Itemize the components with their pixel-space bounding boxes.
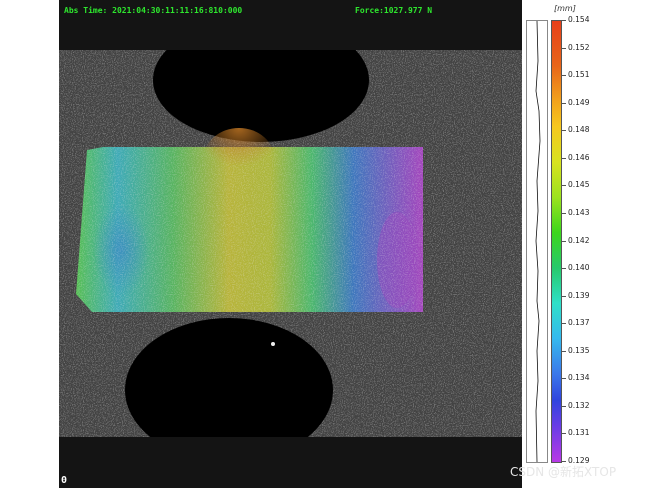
colorbar-tick-label: 0.145 bbox=[568, 180, 590, 190]
colorbar-tick-label: 0.151 bbox=[568, 70, 590, 80]
frame-number: 0 bbox=[61, 475, 68, 486]
colorbar-tick bbox=[562, 185, 566, 187]
colorbar-tick-label: 0.140 bbox=[568, 263, 590, 273]
colorbar-tick-label: 0.142 bbox=[568, 235, 590, 245]
colorbar-tick-label: 0.143 bbox=[568, 207, 590, 217]
viewer-top-bar: Abs Time: 2021:04:30:11:11:16:810:000 Fo… bbox=[59, 0, 522, 50]
colorbar-tick-label: 0.154 bbox=[568, 15, 590, 24]
colorbar-tick-label: 0.134 bbox=[568, 373, 590, 383]
colorbar-tick bbox=[562, 295, 566, 297]
colorbar-tick bbox=[562, 240, 566, 242]
colorbar-tick bbox=[562, 405, 566, 407]
colorbar-tick-label: 0.131 bbox=[568, 428, 590, 438]
colorbar-tick-label: 0.149 bbox=[568, 97, 590, 107]
colorbar-tick-label: 0.146 bbox=[568, 152, 590, 162]
colorbar-tick bbox=[562, 47, 566, 49]
profile-plot bbox=[526, 20, 548, 463]
colorbar-tick bbox=[562, 212, 566, 214]
viewer-bottom-bar bbox=[59, 437, 522, 488]
dic-viewer[interactable]: Abs Time: 2021:04:30:11:11:16:810:000 Fo… bbox=[59, 0, 522, 488]
colorbar-tick-label: 0.135 bbox=[568, 345, 590, 355]
colorbar-tick bbox=[562, 20, 566, 21]
colorbar-tick bbox=[562, 378, 566, 380]
colorbar-tick bbox=[562, 350, 566, 352]
specimen-image bbox=[59, 50, 522, 437]
colorbar-tick bbox=[562, 157, 566, 159]
colorbar-legend: [mm] 0.154 0.152 0.151 0.149 0.148 0.146 0.145… bbox=[524, 0, 596, 488]
colorbar-tick bbox=[562, 268, 566, 270]
colorbar-tick-label: 0.137 bbox=[568, 318, 590, 328]
colorbar-tick-label: 0.139 bbox=[568, 290, 590, 300]
colorbar-tick-label: 0.148 bbox=[568, 125, 590, 135]
colorbar-unit: [mm] bbox=[554, 4, 576, 13]
abs-time-readout: Abs Time: 2021:04:30:11:11:16:810:000 bbox=[64, 6, 243, 15]
colorbar-tick bbox=[562, 130, 566, 132]
colorbar-tick bbox=[562, 75, 566, 77]
colorbar-tick bbox=[562, 461, 566, 462]
colorbar-gradient bbox=[551, 20, 562, 463]
colorbar-tick bbox=[562, 102, 566, 104]
force-readout: Force:1027.977 N bbox=[355, 6, 433, 15]
colorbar-tick bbox=[562, 433, 566, 435]
watermark: CSDN @新拓XTOP bbox=[510, 465, 617, 479]
colorbar-tick-label: 0.152 bbox=[568, 42, 590, 52]
colorbar-tick bbox=[562, 323, 566, 325]
colorbar-tick-label: 0.132 bbox=[568, 400, 590, 410]
